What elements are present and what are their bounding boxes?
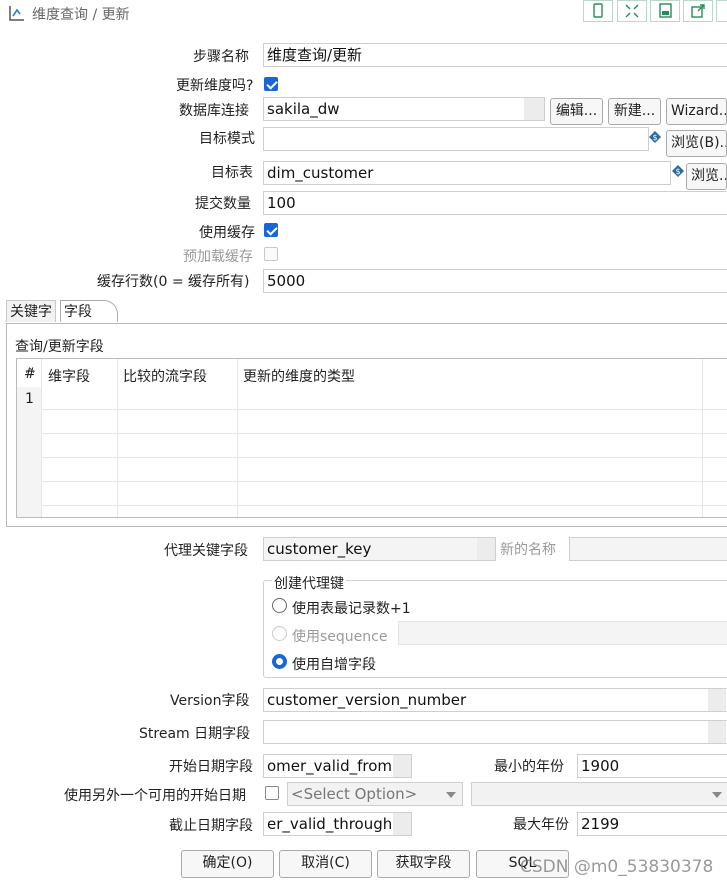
start-date-select[interactable]: omer_valid_from (263, 754, 412, 778)
grid-divider (41, 433, 727, 434)
target-schema-label: 目标模式 (199, 131, 255, 147)
preload-cache-label: 预加载缓存 (183, 249, 253, 265)
column-header-dim-field[interactable]: 维字段 (48, 366, 90, 386)
surrogate-key-value: customer_key (267, 540, 372, 558)
create-surrogate-title: 创建代理键 (272, 573, 346, 593)
start-date-value: omer_valid_from (267, 757, 393, 775)
grid-divider (41, 409, 727, 410)
sort-arrow-icon (25, 361, 35, 374)
target-table-label: 目标表 (211, 165, 253, 181)
preload-cache-checkbox (264, 247, 278, 261)
fields-table: # 维字段 比较的流字段 更新的维度的类型 1 (16, 358, 727, 518)
radio-sequence (272, 626, 287, 641)
surrogate-key-select[interactable]: customer_key (263, 537, 496, 561)
chevron-down-icon (712, 792, 722, 798)
select-tail (393, 755, 411, 777)
start-date-label: 开始日期字段 (169, 759, 253, 775)
new-button[interactable]: 新建... (608, 98, 661, 125)
select-tail (393, 813, 411, 835)
target-table-input[interactable]: dim_customer (263, 161, 671, 185)
browse-table-button[interactable]: 浏览... (686, 163, 727, 190)
sequence-input (398, 621, 727, 645)
select-tail (708, 721, 726, 743)
max-year-input[interactable]: 2199 (577, 812, 727, 836)
db-connection-select[interactable]: sakila_dw (263, 97, 545, 121)
commit-size-input[interactable]: 100 (263, 191, 727, 215)
step-name-label: 步骤名称 (193, 49, 249, 65)
edit-button[interactable]: 编辑... (550, 98, 603, 125)
new-name-input (569, 537, 727, 561)
alt-start-type-select: <Select Option> (287, 782, 463, 806)
radio-table-max[interactable] (272, 598, 287, 613)
expand-icon[interactable] (617, 0, 647, 22)
table-row-number[interactable]: 1 (25, 391, 34, 407)
alt-start-type-value: <Select Option> (291, 785, 418, 803)
column-header-stream-field[interactable]: 比较的流字段 (123, 366, 207, 386)
watermark: CSDN @m0_53830378 (520, 857, 714, 877)
grid-divider (41, 359, 42, 517)
grid-divider (117, 359, 118, 517)
phone-icon[interactable] (583, 0, 613, 22)
tab-bar: 关键字 字段 (6, 300, 727, 324)
radio-table-max-label[interactable]: 使用表最记录数+1 (292, 598, 411, 618)
end-date-label: 截止日期字段 (169, 818, 253, 834)
cache-rows-input[interactable]: 5000 (263, 269, 727, 293)
surrogate-key-label: 代理关键字段 (164, 543, 248, 559)
grid-divider (702, 359, 703, 517)
min-year-label: 最小的年份 (494, 759, 564, 775)
grid-divider (41, 505, 727, 506)
version-field-value: customer_version_number (267, 691, 467, 709)
alt-start-column-select (471, 782, 727, 806)
db-select-tail (524, 98, 544, 120)
top-toolbar (583, 0, 727, 24)
grid-divider (41, 457, 727, 458)
column-header-update-type[interactable]: 更新的维度的类型 (243, 366, 355, 386)
fields-group-title: 查询/更新字段 (15, 339, 104, 355)
use-cache-checkbox[interactable] (264, 223, 278, 237)
db-connection-label: 数据库连接 (179, 103, 249, 119)
grid-divider (237, 359, 238, 517)
more-icon[interactable] (716, 0, 727, 22)
wizard-button[interactable]: Wizard... (666, 98, 727, 125)
grid-divider (41, 481, 727, 482)
end-date-select[interactable]: er_valid_through (263, 812, 412, 836)
version-field-select[interactable]: customer_version_number (263, 688, 727, 712)
use-cache-label: 使用缓存 (199, 225, 255, 241)
tab-fields[interactable]: 字段 (60, 300, 118, 322)
browse-schema-button[interactable]: 浏览(B)... (666, 130, 727, 157)
update-dimension-checkbox[interactable] (264, 77, 278, 91)
radio-auto-increment-label[interactable]: 使用自增字段 (292, 654, 376, 674)
variable-icon: $ (649, 131, 661, 143)
tab-keys[interactable]: 关键字 (6, 300, 56, 322)
ok-button[interactable]: 确定(O) (181, 850, 274, 878)
max-year-label: 最大年份 (513, 817, 569, 833)
update-dimension-label: 更新维度吗? (176, 78, 254, 94)
variable-icon: $ (672, 165, 684, 177)
svg-text:$: $ (675, 167, 680, 176)
select-tail (477, 538, 495, 560)
svg-text:$: $ (652, 133, 657, 142)
commit-size-label: 提交数量 (195, 196, 251, 212)
step-name-input[interactable]: 维度查询/更新 (263, 43, 727, 67)
min-year-input[interactable]: 1900 (577, 754, 727, 778)
alt-start-date-label: 使用另外一个可用的开始日期 (64, 788, 246, 804)
end-date-value: er_valid_through (267, 815, 393, 833)
alt-start-date-checkbox[interactable] (265, 786, 279, 800)
target-schema-input[interactable] (263, 127, 649, 151)
step-icon (8, 4, 26, 22)
window-title: 维度查询 / 更新 (32, 7, 130, 23)
select-tail (708, 689, 726, 711)
cancel-button[interactable]: 取消(C) (279, 850, 372, 878)
cache-rows-label: 缓存行数(0 = 缓存所有) (97, 274, 250, 290)
stream-date-label: Stream 日期字段 (139, 726, 251, 742)
save-icon[interactable] (650, 0, 680, 22)
chevron-down-icon (446, 792, 456, 798)
stream-date-select[interactable] (263, 720, 727, 744)
new-name-label: 新的名称 (500, 542, 556, 558)
get-fields-button[interactable]: 获取字段 (377, 850, 470, 878)
export-icon[interactable] (683, 0, 713, 22)
radio-auto-increment[interactable] (272, 654, 287, 669)
radio-sequence-label: 使用sequence (292, 629, 388, 645)
version-field-label: Version字段 (170, 693, 250, 709)
